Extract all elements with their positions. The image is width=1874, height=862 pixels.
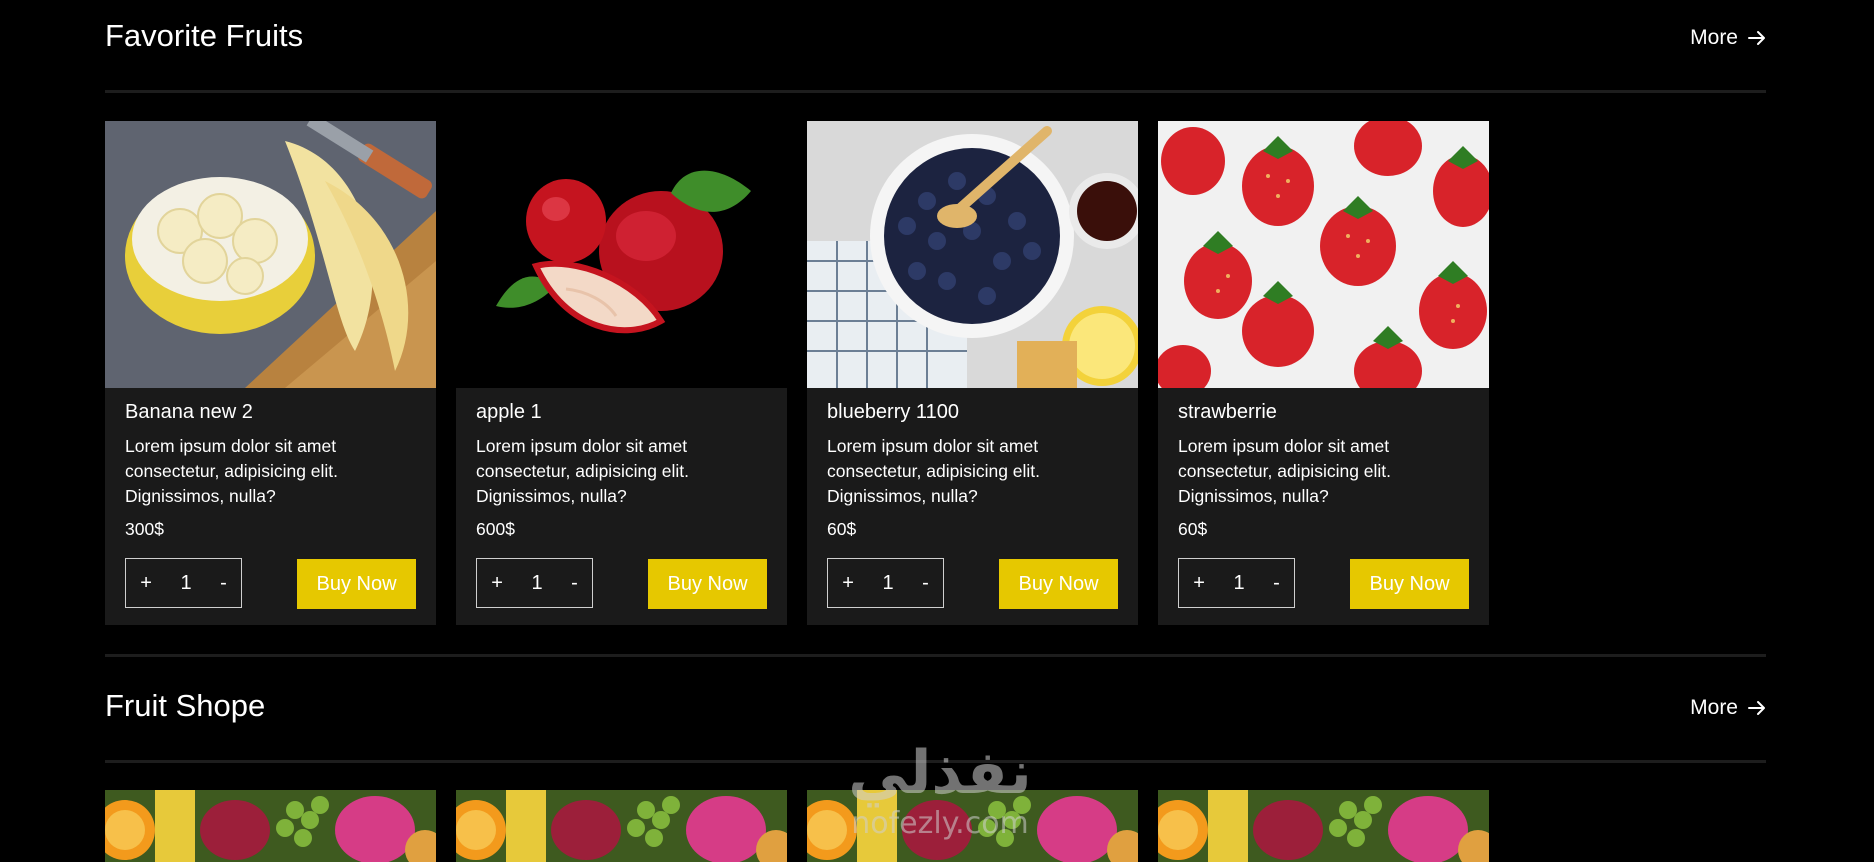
section-title: Fruit Shope <box>105 688 266 723</box>
card-actions: + 1 - Buy Now <box>1178 558 1469 610</box>
increment-button[interactable]: + <box>140 572 152 595</box>
quantity-stepper: + 1 - <box>827 558 944 608</box>
card-actions: + 1 - Buy Now <box>125 558 416 610</box>
fruit-mix-image <box>1158 790 1489 862</box>
arrow-right-icon <box>1748 700 1766 716</box>
quantity-value: 1 <box>882 571 894 594</box>
more-link[interactable]: More <box>1690 26 1766 50</box>
buy-now-button[interactable]: Buy Now <box>999 559 1118 609</box>
section-title: Favorite Fruits <box>105 18 304 53</box>
quantity-value: 1 <box>531 571 543 594</box>
product-price: 60$ <box>827 519 857 539</box>
more-label: More <box>1690 696 1738 719</box>
product-list <box>105 790 1489 862</box>
product-price: 600$ <box>476 519 515 539</box>
product-name: apple 1 <box>476 401 542 423</box>
card-actions: + 1 - Buy Now <box>827 558 1118 610</box>
product-name: Banana new 2 <box>125 401 253 423</box>
product-card: Banana new 2 Lorem ipsum dolor sit amet … <box>105 121 436 625</box>
product-description: Lorem ipsum dolor sit amet consectetur, … <box>476 436 690 506</box>
product-price: 60$ <box>1178 519 1208 539</box>
product-list: Banana new 2 Lorem ipsum dolor sit amet … <box>105 121 1489 625</box>
quantity-stepper: + 1 - <box>476 558 593 608</box>
section-header: Fruit Shope More <box>105 670 1766 763</box>
more-link[interactable]: More <box>1690 696 1766 720</box>
blueberry-image <box>807 121 1138 388</box>
apple-image <box>456 121 787 388</box>
increment-button[interactable]: + <box>1193 572 1205 595</box>
increment-button[interactable]: + <box>491 572 503 595</box>
banana-image <box>105 121 436 388</box>
buy-now-button[interactable]: Buy Now <box>1350 559 1469 609</box>
strawberry-image <box>1158 121 1489 388</box>
product-price: 300$ <box>125 519 164 539</box>
quantity-stepper: + 1 - <box>125 558 242 608</box>
product-card: strawberrie Lorem ipsum dolor sit amet c… <box>1158 121 1489 625</box>
fruit-mix-image <box>807 790 1138 862</box>
section-divider <box>105 654 1766 657</box>
decrement-button[interactable]: - <box>1273 572 1280 595</box>
decrement-button[interactable]: - <box>922 572 929 595</box>
product-name: blueberry 1100 <box>827 401 959 423</box>
arrow-right-icon <box>1748 30 1766 46</box>
favorite-fruits-section: Favorite Fruits More Banana new 2 Lorem … <box>105 0 1766 625</box>
decrement-button[interactable]: - <box>220 572 227 595</box>
product-description: Lorem ipsum dolor sit amet consectetur, … <box>125 436 339 506</box>
product-card: blueberry 1100 Lorem ipsum dolor sit ame… <box>807 121 1138 625</box>
decrement-button[interactable]: - <box>571 572 578 595</box>
fruit-mix-image <box>456 790 787 862</box>
quantity-stepper: + 1 - <box>1178 558 1295 608</box>
section-header: Favorite Fruits More <box>105 0 1766 93</box>
quantity-value: 1 <box>1233 571 1245 594</box>
page: Favorite Fruits More Banana new 2 Lorem … <box>0 0 1874 862</box>
increment-button[interactable]: + <box>842 572 854 595</box>
quantity-value: 1 <box>180 571 192 594</box>
card-actions: + 1 - Buy Now <box>476 558 767 610</box>
more-label: More <box>1690 26 1738 49</box>
product-description: Lorem ipsum dolor sit amet consectetur, … <box>827 436 1041 506</box>
product-description: Lorem ipsum dolor sit amet consectetur, … <box>1178 436 1392 506</box>
fruit-shop-section: Fruit Shope More <box>105 670 1766 862</box>
buy-now-button[interactable]: Buy Now <box>297 559 416 609</box>
fruit-mix-image <box>105 790 436 862</box>
product-card: apple 1 Lorem ipsum dolor sit amet conse… <box>456 121 787 625</box>
product-name: strawberrie <box>1178 401 1277 423</box>
buy-now-button[interactable]: Buy Now <box>648 559 767 609</box>
